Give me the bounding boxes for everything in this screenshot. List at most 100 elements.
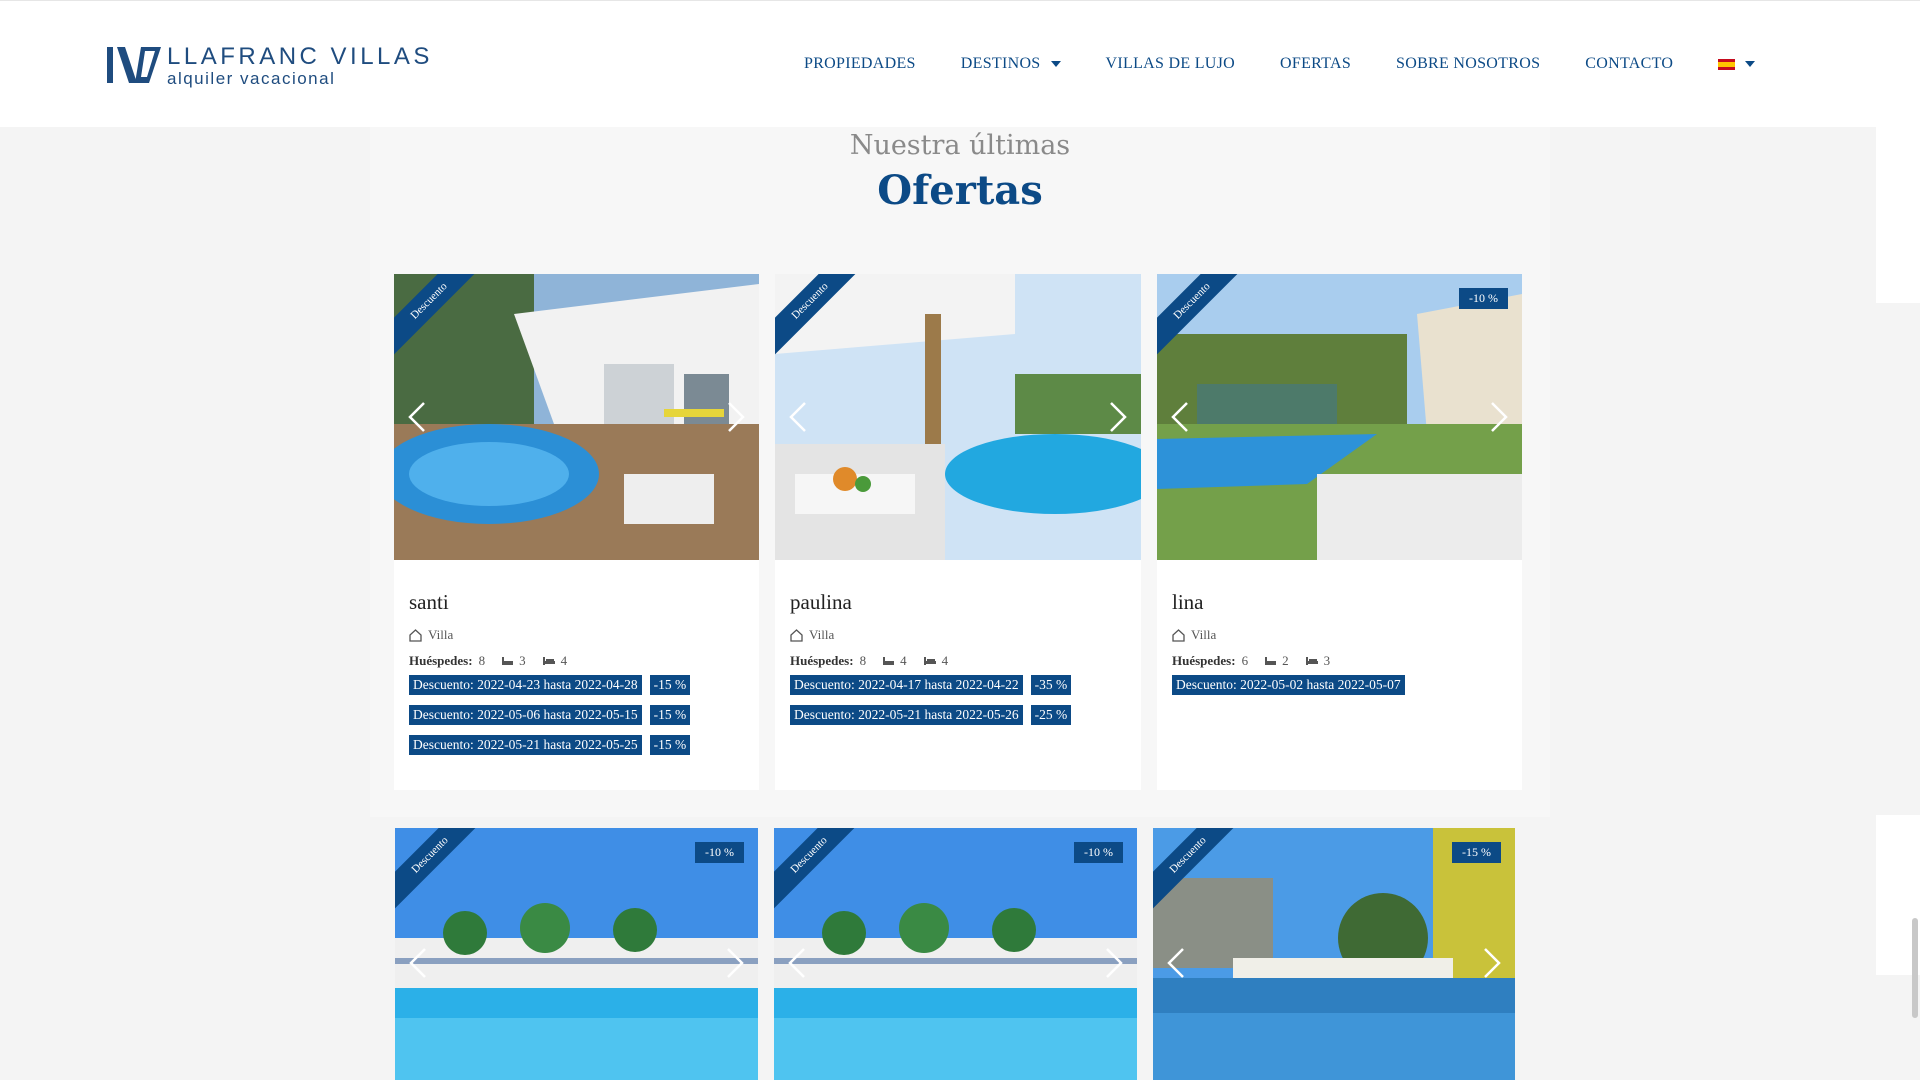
property-photo: Descuento -10 % <box>1157 274 1522 560</box>
discount-row: Descuento: 2022-04-23 hasta 2022-04-28 -1… <box>409 675 744 695</box>
section-title: Ofertas <box>877 167 1043 214</box>
discount-badge: -10 % <box>1459 288 1508 309</box>
bed-icon <box>1305 657 1318 665</box>
discount-dates: Descuento: 2022-05-21 hasta 2022-05-25 <box>409 735 642 755</box>
ribbon-label: Descuento <box>1153 828 1237 912</box>
discount-percent: -15 % <box>649 735 691 755</box>
discount-row: Descuento: 2022-04-17 hasta 2022-04-22 -3… <box>790 675 1126 695</box>
bathtub-icon <box>1265 656 1277 665</box>
ribbon-label: Descuento <box>774 828 858 912</box>
nav-item-propiedades[interactable]: PROPIEDADES <box>804 55 916 73</box>
chevron-right-icon[interactable] <box>1105 947 1123 979</box>
nav-item-destinos[interactable]: DESTINOS <box>961 55 1061 73</box>
language-selector[interactable] <box>1718 58 1756 70</box>
property-name[interactable]: paulina <box>790 590 1126 615</box>
baths-count: 2 <box>1282 653 1289 668</box>
house-icon <box>409 628 422 642</box>
offer-card-santi[interactable]: Descuento santi Villa Huéspedes: 8 3 4 D… <box>394 274 759 790</box>
chevron-right-icon[interactable] <box>1490 401 1508 433</box>
brand-name: LLAFRANC VILLAS <box>167 43 433 70</box>
type-label: Villa <box>809 627 835 642</box>
property-stats: Huéspedes: 8 4 4 <box>790 653 1126 669</box>
baths-count: 3 <box>519 653 526 668</box>
discount-percent: -15 % <box>649 675 691 695</box>
property-stats: Huéspedes: 8 3 4 <box>409 653 744 669</box>
discount-ribbon: Descuento <box>774 828 858 912</box>
discount-dates: Descuento: 2022-05-06 hasta 2022-05-15 <box>409 705 642 725</box>
chevron-right-icon[interactable] <box>727 401 745 433</box>
ribbon-label: Descuento <box>775 274 859 358</box>
nav-item-villas-de-lujo[interactable]: VILLAS DE LUJO <box>1106 55 1236 73</box>
chevron-left-icon[interactable] <box>409 947 427 979</box>
discount-row: Descuento: 2022-05-21 hasta 2022-05-26 -2… <box>790 705 1126 725</box>
house-icon <box>790 628 803 642</box>
logo-mark-icon <box>107 47 161 83</box>
nav-label: CONTACTO <box>1585 55 1674 72</box>
property-type: Villa <box>409 627 744 643</box>
bed-icon <box>542 657 555 665</box>
chevron-left-icon[interactable] <box>789 401 807 433</box>
guests-count: 6 <box>1241 653 1249 668</box>
property-photo: Descuento <box>394 274 759 560</box>
discount-percent: -15 % <box>649 705 691 725</box>
brand-logo[interactable]: LLAFRANC VILLAS alquiler vacacional <box>105 45 433 88</box>
beds-count: 4 <box>560 653 568 668</box>
discount-percent: -35 % <box>1030 675 1072 695</box>
chevron-left-icon[interactable] <box>1167 947 1185 979</box>
ribbon-label: Descuento <box>394 274 478 358</box>
chevron-right-icon[interactable] <box>1483 947 1501 979</box>
nav-item-contacto[interactable]: CONTACTO <box>1585 55 1673 73</box>
section-subtitle: Nuestra últimas <box>849 130 1071 161</box>
property-type: Villa <box>790 627 1126 643</box>
discount-ribbon: Descuento <box>1157 274 1241 358</box>
chevron-down-icon <box>1745 61 1756 67</box>
discount-row: Descuento: 2022-05-06 hasta 2022-05-15 -1… <box>409 705 744 725</box>
property-name[interactable]: santi <box>409 590 744 615</box>
offer-card-row2-2[interactable]: Descuento -10 % <box>774 828 1137 1080</box>
discount-percent: -25 % <box>1030 705 1072 725</box>
chevron-right-icon[interactable] <box>1109 401 1127 433</box>
chevron-left-icon[interactable] <box>1171 401 1189 433</box>
discount-badge: -10 % <box>1074 842 1123 863</box>
chevron-left-icon[interactable] <box>408 401 426 433</box>
baths-count: 4 <box>900 653 907 668</box>
chevron-down-icon <box>1050 61 1061 67</box>
discount-ribbon: Descuento <box>395 828 479 912</box>
bathtub-icon <box>502 656 514 665</box>
discount-badge: -15 % <box>1452 842 1501 863</box>
property-name[interactable]: lina <box>1172 590 1507 615</box>
spain-flag-icon <box>1718 58 1736 70</box>
nav-label: DESTINOS <box>960 55 1041 72</box>
nav-item-sobre-nosotros[interactable]: SOBRE NOSOTROS <box>1396 55 1540 73</box>
ribbon-label: Descuento <box>395 828 479 912</box>
main-nav: PROPIEDADES DESTINOS VILLAS DE LUJO OFER… <box>804 55 1800 73</box>
type-label: Villa <box>428 627 454 642</box>
nav-item-ofertas[interactable]: OFERTAS <box>1280 55 1351 73</box>
discount-ribbon: Descuento <box>775 274 859 358</box>
property-photo: Descuento -15 % <box>1153 828 1515 1080</box>
bed-icon <box>923 657 936 665</box>
type-label: Villa <box>1191 627 1217 642</box>
discount-row: Descuento: 2022-05-21 hasta 2022-05-25 -1… <box>409 735 744 755</box>
beds-count: 4 <box>941 653 949 668</box>
house-icon <box>1172 628 1185 642</box>
discount-dates: Descuento: 2022-04-17 hasta 2022-04-22 <box>790 675 1023 695</box>
bathtub-icon <box>883 656 895 665</box>
offer-card-paulina[interactable]: Descuento paulina Villa Huéspedes: 8 4 4… <box>775 274 1141 790</box>
offer-card-row2-1[interactable]: Descuento -10 % <box>395 828 758 1080</box>
guests-label: Huéspedes: <box>1172 653 1236 668</box>
brand-tagline: alquiler vacacional <box>167 69 336 88</box>
nav-label: PROPIEDADES <box>804 55 916 72</box>
guests-count: 8 <box>478 653 486 668</box>
chevron-right-icon[interactable] <box>726 947 744 979</box>
guests-label: Huéspedes: <box>790 653 854 668</box>
chevron-left-icon[interactable] <box>788 947 806 979</box>
offer-card-row2-3[interactable]: Descuento -15 % <box>1153 828 1515 1080</box>
discount-dates: Descuento: 2022-05-21 hasta 2022-05-26 <box>790 705 1023 725</box>
offer-card-lina[interactable]: Descuento -10 % lina Villa Huéspedes: 6 … <box>1157 274 1522 790</box>
page-scrollbar[interactable] <box>1912 918 1918 1018</box>
property-photo: Descuento -10 % <box>774 828 1137 1080</box>
property-photo: Descuento <box>775 274 1141 560</box>
guests-label: Huéspedes: <box>409 653 473 668</box>
discount-badge: -10 % <box>695 842 744 863</box>
